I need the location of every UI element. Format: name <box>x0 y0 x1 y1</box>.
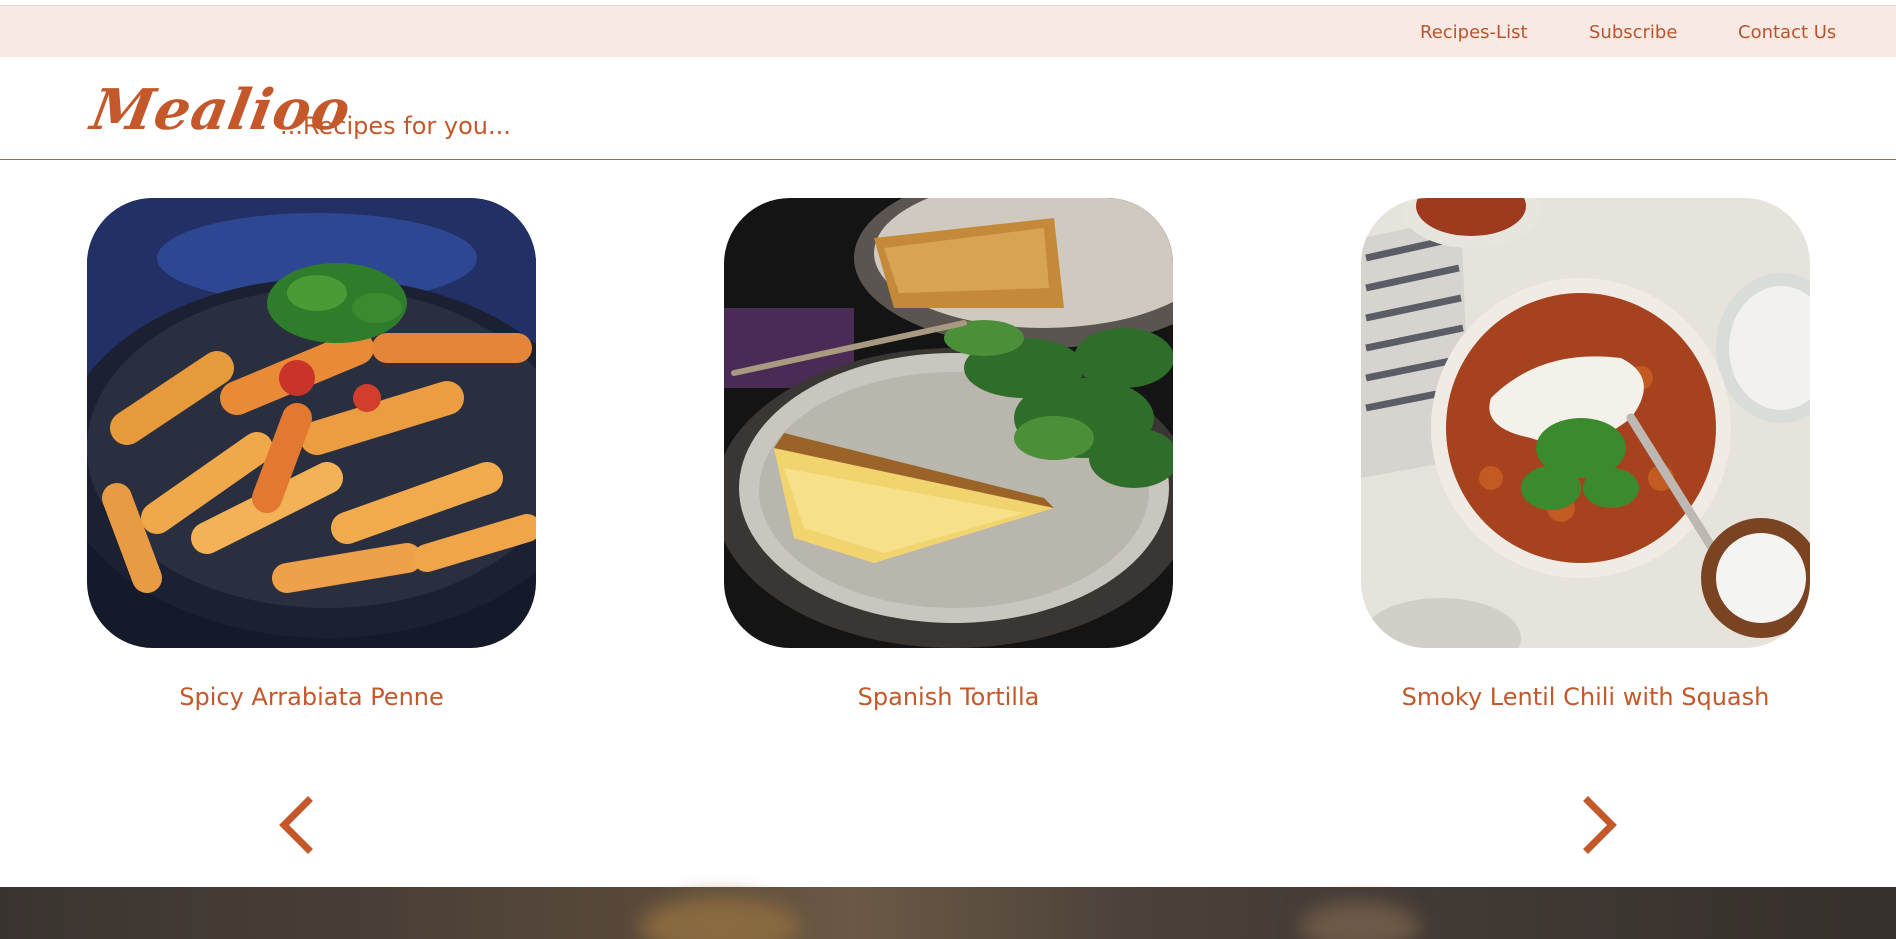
hero-background-strip <box>0 887 1896 939</box>
blur-highlight <box>640 897 800 939</box>
chevron-right-icon <box>1583 796 1617 854</box>
top-nav-bar: Recipes-List Subscribe Contact Us <box>0 6 1896 57</box>
recipe-title-lentil-chili[interactable]: Smoky Lentil Chili with Squash <box>1361 683 1810 711</box>
blur-highlight <box>1300 902 1420 939</box>
carousel-prev-button[interactable] <box>270 795 320 855</box>
recipe-title-penne[interactable]: Spicy Arrabiata Penne <box>87 683 536 711</box>
recipe-image-lentil-chili[interactable] <box>1361 198 1810 648</box>
nav-link-recipes-list[interactable]: Recipes-List <box>1420 22 1528 43</box>
recipe-title-tortilla[interactable]: Spanish Tortilla <box>724 683 1173 711</box>
site-tagline: ...Recipes for you... <box>280 112 511 140</box>
lentil-chili-photo <box>1361 198 1810 648</box>
penne-photo <box>87 198 536 648</box>
site-header: Mealioo ...Recipes for you... <box>0 57 1896 160</box>
carousel-next-button[interactable] <box>1576 795 1626 855</box>
tortilla-photo <box>724 198 1173 648</box>
recipe-image-tortilla[interactable] <box>724 198 1173 648</box>
nav-link-contact-us[interactable]: Contact Us <box>1738 22 1836 43</box>
recipe-image-penne[interactable] <box>87 198 536 648</box>
chevron-left-icon <box>279 796 313 854</box>
nav-link-subscribe[interactable]: Subscribe <box>1589 22 1677 43</box>
